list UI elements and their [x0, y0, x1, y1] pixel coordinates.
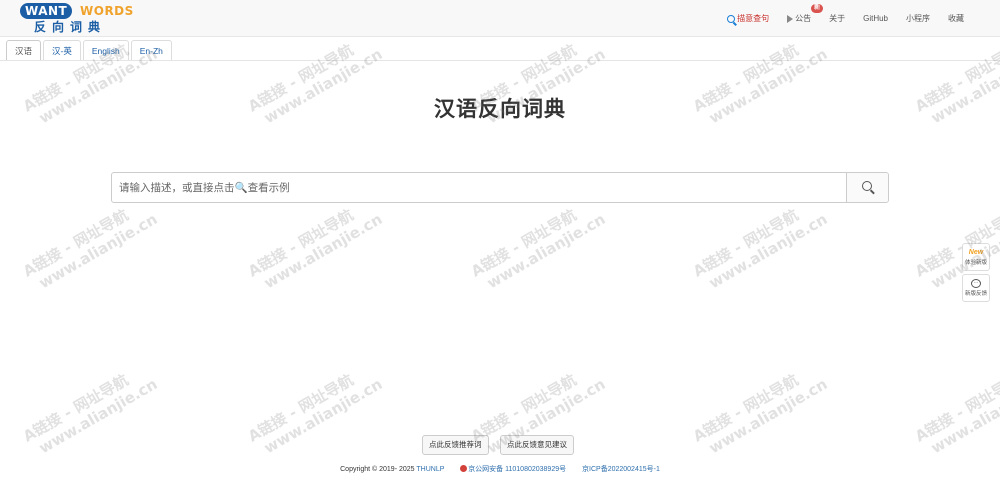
new-icon: New: [968, 249, 984, 256]
recommend-word-feedback-button[interactable]: 点此反馈推荐词: [422, 435, 489, 455]
watermark: A链接 - 网址导航 www.alianjie.cn: [245, 370, 386, 458]
watermark: A链接 - 网址导航 www.alianjie.cn: [245, 205, 386, 293]
nav-search-mode[interactable]: 描意查句: [727, 13, 769, 24]
logo-subtitle: 反向词典: [34, 20, 107, 34]
try-new-version-label: 体验新版: [964, 260, 987, 266]
watermark: A链接 - 网址导航 www.alianjie.cn: [20, 205, 161, 293]
thunlp-link[interactable]: THUNLP: [416, 466, 444, 473]
play-icon: [787, 14, 794, 23]
new-version-feedback-label: 新版反馈: [964, 291, 987, 297]
tab-english-chinese[interactable]: En-Zh: [130, 40, 172, 61]
top-navbar: WANT WORDS 反向词典 描意查句 公告 新 关于 GitHub 小程序 …: [0, 0, 1000, 37]
search-button[interactable]: [846, 173, 888, 202]
search-input[interactable]: [112, 173, 847, 202]
police-badge-icon: [460, 465, 468, 472]
search-icon: [727, 14, 736, 23]
tab-english[interactable]: English: [82, 40, 129, 61]
tab-chinese-english[interactable]: 汉-英: [43, 40, 81, 61]
tabs-divider: [0, 60, 1000, 61]
nav-favorites[interactable]: 收藏: [948, 13, 964, 24]
logo-want-text: WANT: [20, 3, 73, 19]
wantwords-logo[interactable]: WANT WORDS 反向词典: [20, 3, 140, 35]
nav-search-mode-label: 描意查句: [737, 14, 770, 23]
nav-announcement[interactable]: 公告 新: [787, 4, 824, 24]
search-icon: [862, 181, 872, 191]
copyright-text: Copyright © 2019- 2025: [340, 466, 415, 473]
watermark: A链接 - 网址导航 www.alianjie.cn: [912, 370, 1000, 458]
police-record-link[interactable]: 京公网安备 11010802038929号: [468, 466, 566, 473]
new-version-feedback-button[interactable]: ··· 新版反馈: [962, 274, 990, 302]
page-title: 汉语反向词典: [434, 96, 566, 121]
logo-words-text: WORDS: [80, 4, 134, 18]
suggestion-feedback-button[interactable]: 点此反馈意见建议: [500, 435, 574, 455]
nav-announcement-label: 公告: [795, 14, 812, 23]
watermark: A链接 - 网址导航 www.alianjie.cn: [690, 370, 831, 458]
nav-about[interactable]: 关于: [829, 13, 845, 24]
watermark: A链接 - 网址导航 www.alianjie.cn: [468, 205, 609, 293]
nav-github[interactable]: GitHub: [863, 14, 888, 23]
try-new-version-button[interactable]: New 体验新版: [962, 243, 990, 271]
language-tabs: 汉语 汉-英 English En-Zh: [6, 40, 174, 61]
tab-chinese[interactable]: 汉语: [6, 40, 42, 61]
nav-menu: 描意查句 公告 新 关于 GitHub 小程序 收藏: [709, 0, 964, 37]
watermark: A链接 - 网址导航 www.alianjie.cn: [690, 205, 831, 293]
watermark: A链接 - 网址导航 www.alianjie.cn: [20, 370, 161, 458]
nav-mini-program[interactable]: 小程序: [906, 13, 930, 24]
icp-record-link[interactable]: 京ICP备2022002415号-1: [582, 466, 660, 473]
search-bar: [111, 172, 889, 203]
chat-icon: ···: [971, 279, 981, 288]
watermark-layer: A链接 - 网址导航 www.alianjie.cn A链接 - 网址导航 www.…: [0, 0, 1000, 485]
footer: Copyright © 2019- 2025 THUNLP 京公网安备 1101…: [0, 464, 1000, 474]
new-badge: 新: [811, 4, 824, 13]
